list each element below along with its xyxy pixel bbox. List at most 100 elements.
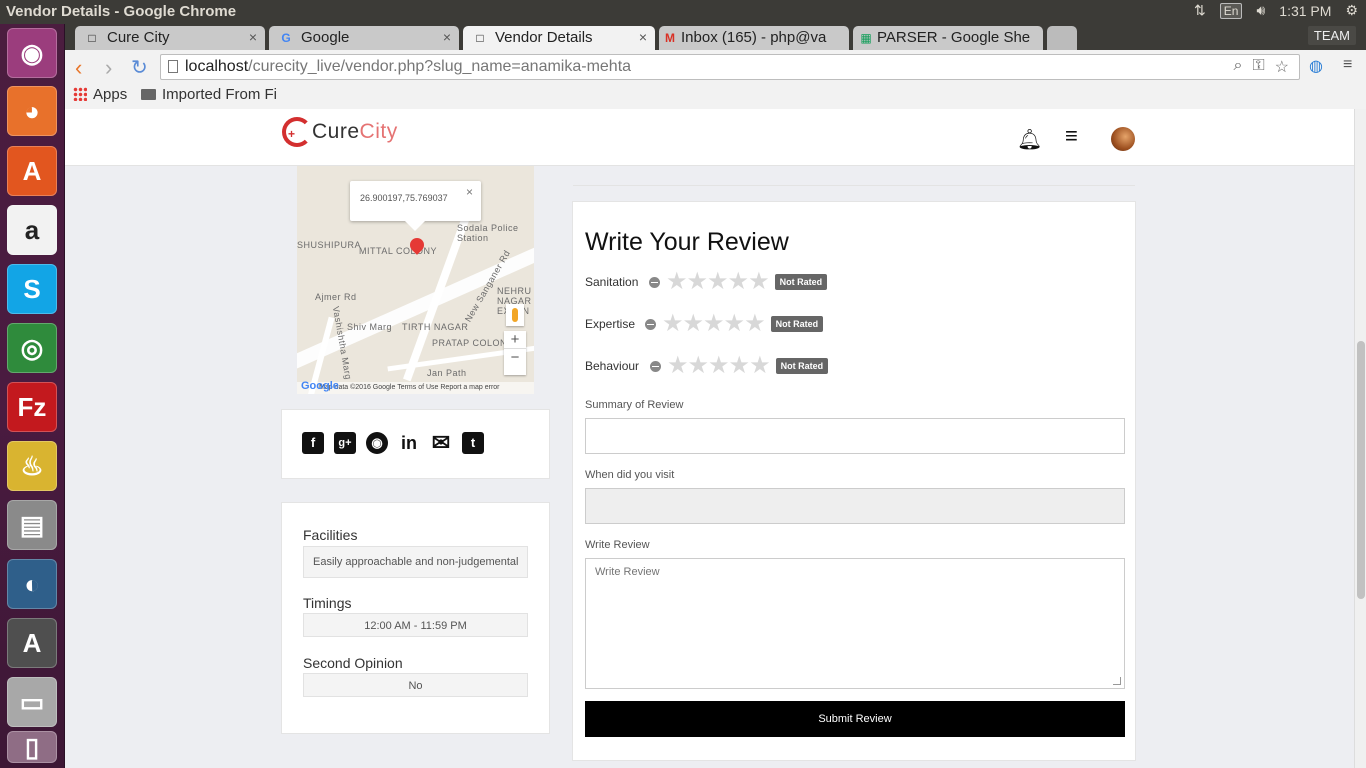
mysql-workbench-icon[interactable]: ◐ [7,559,57,609]
map-label: TIRTH NAGAR [402,322,469,332]
tab-title: Cure City [107,29,170,46]
map-label: Sodala Police Station [457,223,519,243]
curecity-logo[interactable]: CureCity [282,117,398,147]
logo-text-city: City [359,120,398,143]
tab-gmail-inbox[interactable]: M Inbox (165) - php@va [659,26,849,50]
trash-icon[interactable]: ▯ [7,731,57,763]
star-rating-input[interactable]: ★★★★★ [662,312,766,336]
facilities-value: Easily approachable and non-judgemental [303,546,528,578]
user-avatar[interactable] [1111,127,1135,151]
logo-text-cure: Cure [312,120,360,143]
submit-review-button[interactable]: Submit Review [585,701,1125,737]
ubuntu-dash-icon[interactable]: ◉ [7,28,57,78]
location-map[interactable]: Sodala Police Station MITTAL COLONY SHUS… [297,166,534,394]
textarea-resize-handle[interactable] [1113,677,1121,685]
hamburger-menu-icon[interactable]: ≡ [1065,123,1078,149]
map-zoom-in-button[interactable]: + [504,331,526,348]
clear-rating-icon[interactable] [650,360,661,372]
google-plus-icon[interactable]: g+ [334,432,356,454]
notification-bell-icon[interactable]: 🔔︎ [1017,127,1042,152]
chrome-menu-icon[interactable]: ≡ [1343,56,1352,74]
tab-parser-sheet[interactable]: ▦ PARSER - Google She [853,26,1043,50]
bookmark-star-icon[interactable]: ☆ [1275,57,1289,77]
map-info-popup: 26.900197,75.769037 × [350,181,481,231]
url-path: /curecity_live/vendor.php?slug_name=anam… [248,58,632,75]
profile-team-button[interactable]: TEAM [1307,26,1356,45]
zoom-icon[interactable]: ⌕ [1234,57,1243,77]
rating-label: Behaviour [585,359,640,373]
gmail-favicon-icon: M [665,31,675,45]
tab-close-icon[interactable]: × [639,29,647,45]
tab-close-icon[interactable]: × [249,29,257,45]
firefox-icon[interactable]: ◕ [7,86,57,136]
amazon-icon[interactable]: a [7,205,57,255]
unity-launcher: ◉ ◕ Aa S ◎ Fz ♨ ▤ ◐ A ▭ ▯ [0,24,65,768]
visit-date-input[interactable] [585,488,1125,524]
vendor-info-card: Facilities Easily approachable and non-j… [281,502,550,734]
tab-title: Vendor Details [495,29,593,46]
map-popup-close-icon[interactable]: × [466,185,473,199]
star-rating-input[interactable]: ★★★★★ [666,270,770,294]
map-popup-coords: 26.900197,75.769037 [360,193,448,203]
clock[interactable]: 1:31 PM [1279,3,1331,19]
forward-arrow-icon[interactable]: › [105,55,112,81]
browser-tab-strip: □ Cure City × G Google × □ Vendor Detail… [65,24,1366,50]
keyboard-language-indicator[interactable]: En [1219,2,1243,19]
visit-date-label: When did you visit [585,469,675,481]
email-envelope-icon[interactable]: ✉ [430,432,452,454]
write-review-textarea[interactable] [585,558,1125,689]
skype-icon[interactable]: S [7,264,57,314]
twitter-icon[interactable]: t [462,432,484,454]
rating-label: Sanitation [585,275,639,289]
back-arrow-icon[interactable]: ‹ [75,55,82,81]
star-rating-input[interactable]: ★★★★★ [667,354,771,378]
folder-icon [141,89,156,100]
second-opinion-value: No [303,673,528,697]
key-icon[interactable]: ⚿ [1252,57,1264,77]
address-bar[interactable]: localhost/curecity_live/vendor.php?slug_… [160,54,1300,80]
map-label: PRATAP COLONY [432,338,514,348]
bookmark-label: Imported From Fi [162,86,278,103]
tab-google[interactable]: G Google × [269,26,459,50]
sheets-favicon-icon: ▦ [860,31,872,45]
system-top-panel: Vendor Details - Google Chrome ⇅ En 🔊︎ 1… [0,0,1366,24]
page-scrollbar[interactable] [1354,109,1366,768]
web-page: CureCity 🔔︎ ≡ Sodala Police Station MITT… [65,109,1354,768]
summary-input[interactable] [585,418,1125,454]
bookmark-apps[interactable]: Apps [73,86,127,103]
street-view-pegman-icon[interactable] [506,304,524,326]
new-tab-button[interactable] [1047,26,1077,50]
page-info-icon[interactable] [168,60,178,73]
volume-icon[interactable]: 🔊︎ [1256,2,1265,19]
software-center-icon[interactable]: A [7,146,57,196]
teapot-icon[interactable]: ♨ [7,441,57,491]
tab-cure-city[interactable]: □ Cure City × [75,26,265,50]
file-manager-icon[interactable]: ▤ [7,500,57,550]
drive-icon[interactable]: ▭ [7,677,57,727]
reddit-icon[interactable]: ◉ [366,432,388,454]
clear-rating-icon[interactable] [645,318,656,330]
clear-rating-icon[interactable] [649,276,660,288]
bookmark-folder[interactable]: Imported From Fi [141,86,277,103]
facebook-icon[interactable]: f [302,432,324,454]
reload-icon[interactable]: ↻ [131,55,148,80]
page-favicon-icon: □ [476,31,484,45]
map-label: Jan Path [427,368,467,378]
map-zoom-out-button[interactable]: − [504,348,526,366]
linkedin-icon[interactable]: in [398,432,420,454]
map-label: SHUSHIPURA [297,240,362,250]
tab-close-icon[interactable]: × [443,29,451,45]
network-icon[interactable]: ⇅ [1194,2,1206,19]
second-opinion-label: Second Opinion [303,655,403,671]
filezilla-icon[interactable]: Fz [7,382,57,432]
rating-status-badge: Not Rated [770,316,824,332]
rating-row-behaviour: Behaviour ★★★★★ Not Rated [585,354,829,378]
tab-vendor-details[interactable]: □ Vendor Details × [463,26,655,50]
tab-title: Google [301,29,350,46]
rating-label: Expertise [585,317,636,331]
scrollbar-thumb[interactable] [1357,341,1365,599]
chrome-icon[interactable]: ◎ [7,323,57,373]
system-settings-gear-icon[interactable]: ⚙ [1345,2,1358,19]
software-updater-icon[interactable]: A [7,618,57,668]
extension-globe-icon[interactable]: ◍ [1309,56,1323,76]
